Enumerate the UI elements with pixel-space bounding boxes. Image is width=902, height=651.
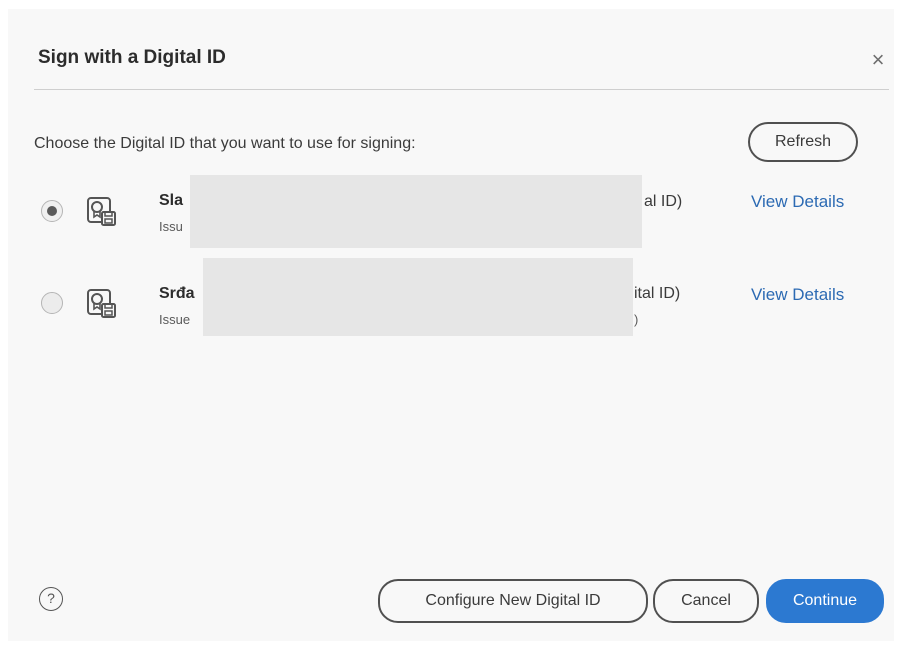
help-icon[interactable]: ?	[39, 587, 63, 611]
digital-id-2-tail: )	[634, 312, 639, 327]
close-icon[interactable]: ×	[865, 47, 891, 73]
digital-id-2-name: Srđa	[159, 285, 195, 302]
certificate-icon	[87, 197, 116, 226]
digital-id-1-issuer: Issu	[159, 219, 183, 234]
digital-id-1-radio[interactable]	[41, 200, 63, 222]
redaction-block	[190, 175, 642, 248]
digital-id-1-view-details-link[interactable]: View Details	[751, 192, 844, 212]
title-divider	[34, 89, 889, 90]
digital-id-1-name: Sla	[159, 192, 184, 209]
instruction-text: Choose the Digital ID that you want to u…	[34, 135, 416, 152]
digital-id-1-type: al ID)	[644, 193, 683, 210]
configure-new-digital-id-button[interactable]: Configure New Digital ID	[378, 579, 648, 623]
continue-button[interactable]: Continue	[766, 579, 884, 623]
digital-id-2-type: ital ID)	[634, 285, 681, 302]
digital-id-2-radio[interactable]	[41, 292, 63, 314]
dialog-title: Sign with a Digital ID	[38, 47, 226, 68]
cancel-button[interactable]: Cancel	[653, 579, 759, 623]
certificate-icon	[87, 289, 116, 318]
sign-digital-id-dialog: Sign with a Digital ID × Choose the Digi…	[8, 9, 894, 641]
refresh-button[interactable]: Refresh	[748, 122, 858, 162]
digital-id-2-view-details-link[interactable]: View Details	[751, 285, 844, 305]
redaction-block	[203, 258, 633, 336]
digital-id-2-issuer: Issue	[159, 312, 191, 327]
